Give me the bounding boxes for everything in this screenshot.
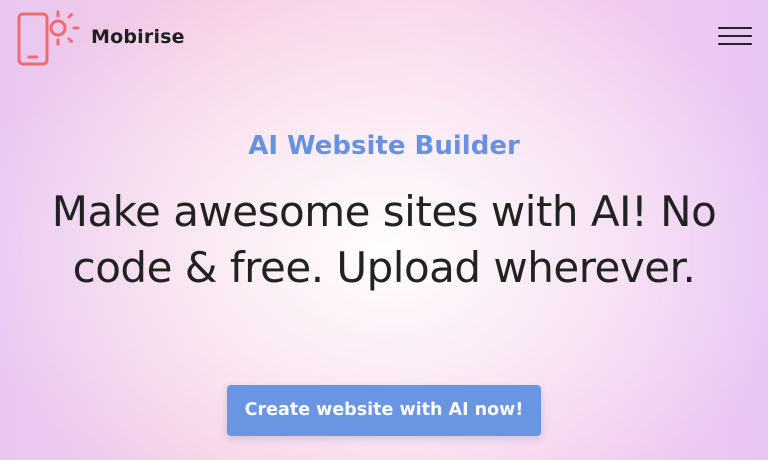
- hero-headline: Make awesome sites with AI! No code & fr…: [51, 187, 717, 292]
- create-website-button[interactable]: Create website with AI now!: [227, 385, 541, 436]
- hero-eyebrow: AI Website Builder: [248, 131, 520, 161]
- menu-bar: [718, 35, 752, 37]
- brand-name[interactable]: Mobirise: [91, 23, 185, 51]
- menu-bar: [718, 43, 752, 45]
- site-header: Mobirise: [0, 0, 768, 76]
- logo[interactable]: [14, 6, 80, 68]
- hamburger-menu-icon[interactable]: [718, 24, 752, 48]
- menu-bar: [718, 27, 752, 29]
- phone-sun-icon: [17, 10, 80, 66]
